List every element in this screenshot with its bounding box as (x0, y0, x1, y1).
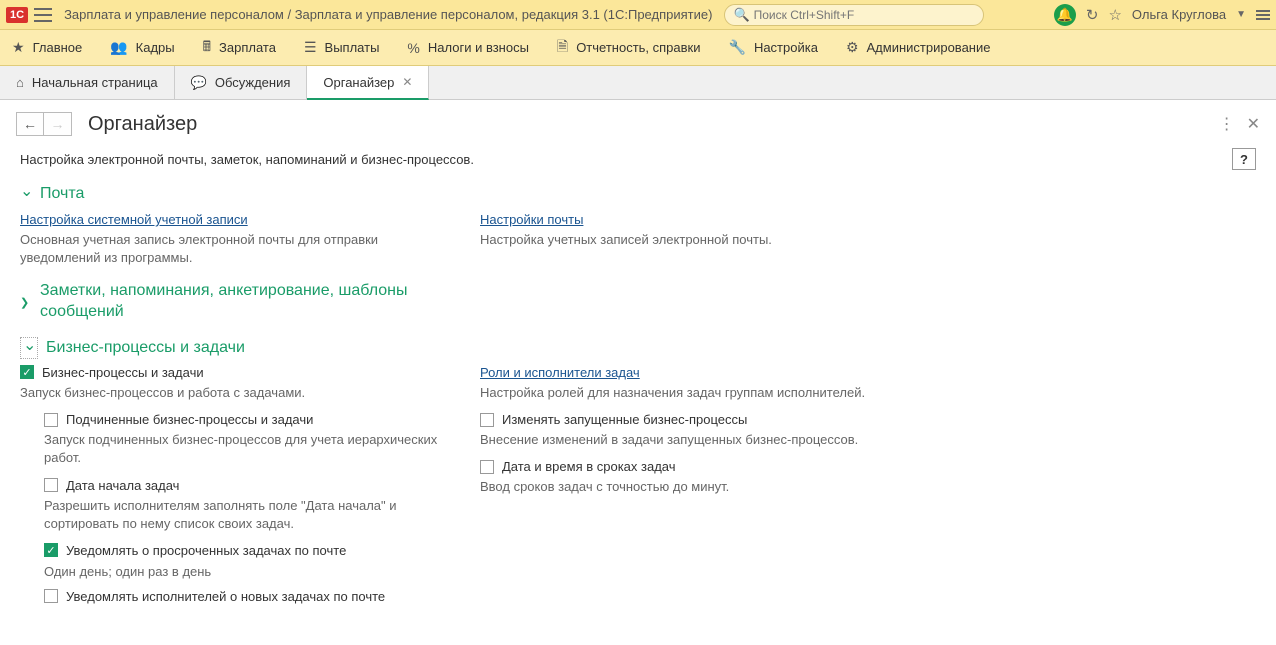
chevron-down-icon (20, 184, 32, 204)
section-notes-title: Заметки, напоминания, анкетирование, шаб… (40, 281, 410, 323)
nav-staff[interactable]: 👥Кадры (110, 39, 174, 56)
cb-sub-bp[interactable]: Подчиненные бизнес-процессы и задачи (44, 412, 440, 427)
search-icon: 🔍 (733, 7, 749, 23)
checkbox-icon[interactable] (480, 413, 494, 427)
close-page-icon[interactable]: ✕ (1247, 114, 1260, 134)
notify-overdue-frequency: Один день; один раз в день (44, 564, 440, 579)
chevron-right-icon (20, 296, 32, 309)
cb-datetime-label: Дата и время в сроках задач (502, 459, 676, 474)
cb-change-bp-label: Изменять запущенные бизнес-процессы (502, 412, 747, 427)
cb-bp-main-label: Бизнес-процессы и задачи (42, 365, 204, 380)
search-input[interactable] (754, 8, 976, 22)
checkbox-icon[interactable] (44, 589, 58, 603)
checkbox-icon[interactable] (480, 460, 494, 474)
help-button[interactable]: ? (1232, 148, 1256, 170)
cb-startdate[interactable]: Дата начала задач (44, 478, 440, 493)
close-icon[interactable]: ✕ (402, 75, 412, 89)
doc-icon: 🗎 (557, 36, 568, 60)
chat-icon: 💬 (191, 75, 207, 91)
titlebar: 1C Зарплата и управление персоналом / За… (0, 0, 1276, 30)
link-mail-settings[interactable]: Настройки почты (480, 212, 583, 227)
section-mail: Почта Настройка системной учетной записи… (20, 184, 1256, 267)
menu-icon[interactable] (34, 8, 52, 22)
cb-notify-overdue-label: Уведомлять о просроченных задачах по поч… (66, 543, 346, 558)
home-icon: ⌂ (16, 75, 24, 90)
section-mail-title: Почта (40, 185, 84, 203)
wrench-icon: 🔧 (729, 39, 746, 56)
section-notes-header[interactable]: Заметки, напоминания, анкетирование, шаб… (20, 281, 1256, 323)
tab-organizer[interactable]: Органайзер✕ (307, 66, 429, 100)
cb-notify-overdue[interactable]: Уведомлять о просроченных задачах по поч… (44, 543, 440, 558)
cb-bp-main[interactable]: Бизнес-процессы и задачи (20, 365, 440, 380)
cb-notify-new[interactable]: Уведомлять исполнителей о новых задачах … (44, 589, 440, 604)
nav-salary[interactable]: 🖩Зарплата (203, 36, 276, 60)
tab-start[interactable]: ⌂Начальная страница (0, 66, 175, 99)
more-icon[interactable]: ⋮ (1219, 114, 1235, 134)
gear-icon: ⚙ (846, 39, 859, 56)
forward-button[interactable]: → (44, 112, 72, 136)
link-system-account[interactable]: Настройка системной учетной записи (20, 212, 248, 227)
calc-icon: 🖩 (203, 36, 211, 60)
desc-mail-settings: Настройка учетных записей электронной по… (480, 231, 900, 249)
main-nav: ★Главное 👥Кадры 🖩Зарплата ☰Выплаты %Нало… (0, 30, 1276, 66)
star-icon: ★ (12, 39, 25, 56)
section-notes: Заметки, напоминания, анкетирование, шаб… (20, 281, 1256, 323)
link-roles[interactable]: Роли и исполнители задач (480, 365, 640, 380)
section-mail-header[interactable]: Почта (20, 184, 1256, 204)
checkbox-icon[interactable] (44, 478, 58, 492)
page-header: ← → Органайзер ⋮ ✕ (0, 100, 1276, 144)
checkbox-icon[interactable] (44, 413, 58, 427)
list-icon: ☰ (304, 39, 317, 56)
star-icon[interactable]: ☆ (1108, 6, 1121, 24)
desc-datetime: Ввод сроков задач с точностью до минут. (480, 478, 900, 496)
checkbox-icon[interactable] (20, 365, 34, 379)
nav-payments[interactable]: ☰Выплаты (304, 39, 379, 56)
cb-startdate-label: Дата начала задач (66, 478, 179, 493)
chevron-down-icon (23, 338, 35, 358)
user-chevron-icon[interactable]: ▼ (1236, 9, 1246, 20)
cb-sub-bp-label: Подчиненные бизнес-процессы и задачи (66, 412, 313, 427)
page-title: Органайзер (88, 113, 197, 136)
bell-icon[interactable]: 🔔 (1054, 4, 1076, 26)
content: Настройка электронной почты, заметок, на… (0, 144, 1276, 624)
desc-startdate: Разрешить исполнителям заполнять поле "Д… (44, 497, 440, 533)
cb-change-bp[interactable]: Изменять запущенные бизнес-процессы (480, 412, 900, 427)
section-bp-header[interactable]: Бизнес-процессы и задачи (20, 337, 1256, 359)
checkbox-icon[interactable] (44, 543, 58, 557)
history-icon[interactable]: ↻ (1086, 6, 1099, 24)
section-bp: Бизнес-процессы и задачи Бизнес-процессы… (20, 337, 1256, 604)
tabs: ⌂Начальная страница 💬Обсуждения Органайз… (0, 66, 1276, 100)
tab-discuss[interactable]: 💬Обсуждения (175, 66, 308, 99)
section-bp-toggle[interactable] (20, 337, 38, 359)
nav-reports[interactable]: 🗎Отчетность, справки (557, 36, 701, 60)
cb-notify-new-label: Уведомлять исполнителей о новых задачах … (66, 589, 385, 604)
desc-change-bp: Внесение изменений в задачи запущенных б… (480, 431, 900, 449)
desc-roles: Настройка ролей для назначения задач гру… (480, 384, 900, 402)
search-box[interactable]: 🔍 (724, 4, 984, 26)
user-name[interactable]: Ольга Круглова (1132, 7, 1226, 22)
desc-bp-main: Запуск бизнес-процессов и работа с задач… (20, 384, 440, 402)
people-icon: 👥 (110, 39, 127, 56)
back-button[interactable]: ← (16, 112, 44, 136)
nav-setup[interactable]: 🔧Настройка (729, 39, 818, 56)
cb-datetime[interactable]: Дата и время в сроках задач (480, 459, 900, 474)
panel-settings-icon[interactable] (1256, 10, 1270, 20)
logo-1c: 1C (6, 7, 28, 23)
nav-taxes[interactable]: %Налоги и взносы (407, 40, 529, 56)
percent-icon: % (407, 40, 419, 56)
nav-main[interactable]: ★Главное (12, 39, 82, 56)
nav-admin[interactable]: ⚙Администрирование (846, 39, 991, 56)
desc-sub-bp: Запуск подчиненных бизнес-процессов для … (44, 431, 440, 467)
app-title: Зарплата и управление персоналом / Зарпл… (64, 7, 712, 22)
section-bp-title: Бизнес-процессы и задачи (46, 339, 245, 357)
desc-system-account: Основная учетная запись электронной почт… (20, 231, 440, 267)
page-subtitle: Настройка электронной почты, заметок, на… (20, 152, 474, 167)
